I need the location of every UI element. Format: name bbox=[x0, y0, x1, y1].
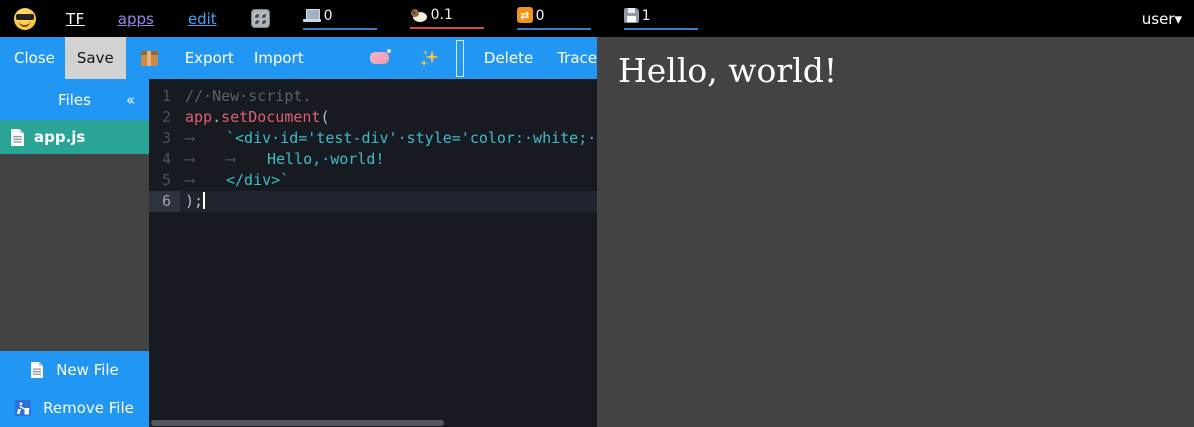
code-token-plain: ); bbox=[185, 192, 203, 210]
code-line-content: ); bbox=[180, 191, 597, 212]
brand-link[interactable]: TF bbox=[66, 10, 85, 28]
user-menu[interactable]: user▾ bbox=[1142, 10, 1182, 28]
file-list-empty-space bbox=[0, 154, 149, 351]
sunglasses-face-icon[interactable] bbox=[14, 8, 36, 30]
code-line-content: ⟶⟶Hello,·world! bbox=[180, 149, 597, 170]
rendered-hello-text: Hello, world! bbox=[597, 37, 1194, 87]
save-button[interactable]: Save bbox=[65, 37, 126, 79]
horizontal-scrollbar bbox=[151, 420, 594, 426]
litter-bin-icon bbox=[15, 400, 31, 416]
file-item-label: app.js bbox=[34, 128, 85, 146]
code-token-accent: app bbox=[185, 108, 212, 126]
import-button[interactable]: Import bbox=[254, 37, 304, 79]
close-button[interactable]: Close bbox=[14, 37, 55, 79]
code-line-3[interactable]: 3⟶`<div·id='test-div'·style='color:·whit… bbox=[149, 128, 597, 149]
line-number: 3 bbox=[149, 128, 180, 149]
code-token-plain: . bbox=[212, 108, 221, 126]
code-editor[interactable]: 1//·New·script.2app.setDocument(3⟶`<div·… bbox=[149, 79, 597, 427]
code-token-tab: ⟶ bbox=[185, 149, 226, 170]
new-file-page-icon bbox=[30, 362, 44, 378]
cpu-stat: 0 bbox=[303, 8, 377, 30]
code-line-5[interactable]: 5⟶</div>` bbox=[149, 170, 597, 191]
code-line-content: //·New·script. bbox=[180, 86, 597, 107]
delete-button[interactable]: Delete bbox=[484, 37, 533, 79]
package-box-icon bbox=[141, 51, 158, 66]
code-token-comment: //·New·script. bbox=[185, 87, 311, 105]
sidebar-actions: New File Remove File bbox=[0, 351, 149, 427]
code-token-accent: setDocument bbox=[221, 108, 320, 126]
collapse-sidebar-icon[interactable]: « bbox=[126, 91, 135, 109]
text-cursor bbox=[203, 192, 205, 209]
empty-toolbar-button[interactable] bbox=[456, 40, 464, 77]
files-header: Files « bbox=[0, 79, 149, 120]
horizontal-scrollbar-thumb[interactable] bbox=[151, 420, 444, 426]
code-line-content: ⟶`<div·id='test-div'·style='color:·white… bbox=[180, 128, 597, 149]
code-token-string: </div>` bbox=[226, 171, 289, 189]
editor-toolbar: Close Save Export Import Delete Trace bbox=[0, 37, 597, 79]
ram-stat: 0.1 bbox=[410, 8, 484, 29]
code-token-plain: ( bbox=[320, 108, 329, 126]
control-knobs-icon[interactable] bbox=[251, 9, 270, 28]
ram-stat-value: 0.1 bbox=[431, 8, 453, 22]
line-number: 2 bbox=[149, 107, 180, 128]
document-page-icon bbox=[10, 129, 25, 146]
cpu-stat-value: 0 bbox=[324, 9, 333, 23]
code-token-string: `<div·id='test-div'·style='color:·white;… bbox=[226, 129, 597, 147]
code-line-1[interactable]: 1 //·New·script. bbox=[149, 86, 597, 107]
file-item-app-js[interactable]: app.js bbox=[0, 120, 149, 154]
package-icon[interactable] bbox=[141, 37, 158, 79]
top-bar: TF apps edit 0 0.1 ⇄ 0 1 user▾ bbox=[0, 0, 1194, 37]
sparkles-icon[interactable] bbox=[420, 37, 439, 79]
sparkles-glyph-icon bbox=[420, 49, 439, 68]
soap-icon[interactable] bbox=[370, 37, 389, 79]
repeat-stat-value: 0 bbox=[536, 9, 545, 23]
repeat-stat: ⇄ 0 bbox=[517, 7, 591, 30]
document-preview-pane: Hello, world! bbox=[597, 37, 1194, 427]
code-line-4[interactable]: 4⟶⟶Hello,·world! bbox=[149, 149, 597, 170]
remove-file-button[interactable]: Remove File bbox=[0, 389, 149, 427]
laptop-icon bbox=[303, 8, 321, 23]
line-number: 6 bbox=[149, 191, 180, 212]
new-file-label: New File bbox=[56, 361, 119, 379]
files-header-label: Files bbox=[58, 91, 91, 109]
files-sidebar: Files « app.js bbox=[0, 79, 149, 427]
main-area: Close Save Export Import Delete Trace Fi… bbox=[0, 37, 1194, 427]
disk-stat: 1 bbox=[624, 8, 698, 30]
code-line-6[interactable]: 6); bbox=[149, 191, 597, 212]
disk-stat-value: 1 bbox=[642, 9, 651, 23]
nav-apps-link[interactable]: apps bbox=[118, 10, 154, 28]
editor-pane: Close Save Export Import Delete Trace Fi… bbox=[0, 37, 597, 427]
code-lines: 1//·New·script.2app.setDocument(3⟶`<div·… bbox=[149, 79, 597, 212]
code-line-content: ⟶</div>` bbox=[180, 170, 597, 191]
line-number: 5 bbox=[149, 170, 180, 191]
soap-bar-icon bbox=[370, 52, 389, 64]
line-number: 4 bbox=[149, 149, 180, 170]
new-file-button[interactable]: New File bbox=[0, 351, 149, 389]
nav-edit-link[interactable]: edit bbox=[188, 10, 217, 28]
remove-file-label: Remove File bbox=[43, 399, 134, 417]
repeat-arrows-icon: ⇄ bbox=[517, 7, 533, 23]
trace-button[interactable]: Trace bbox=[557, 37, 597, 79]
code-token-string: Hello,·world! bbox=[267, 150, 384, 168]
code-token-tab: ⟶ bbox=[185, 128, 226, 149]
floppy-disk-icon bbox=[624, 8, 639, 23]
ram-animal-icon bbox=[410, 8, 428, 22]
code-line-2[interactable]: 2app.setDocument( bbox=[149, 107, 597, 128]
code-line-content: app.setDocument( bbox=[180, 107, 597, 128]
code-token-tab: ⟶ bbox=[226, 149, 267, 170]
export-button[interactable]: Export bbox=[185, 37, 234, 79]
code-token-tab: ⟶ bbox=[185, 170, 226, 191]
line-number: 1 bbox=[149, 86, 180, 107]
